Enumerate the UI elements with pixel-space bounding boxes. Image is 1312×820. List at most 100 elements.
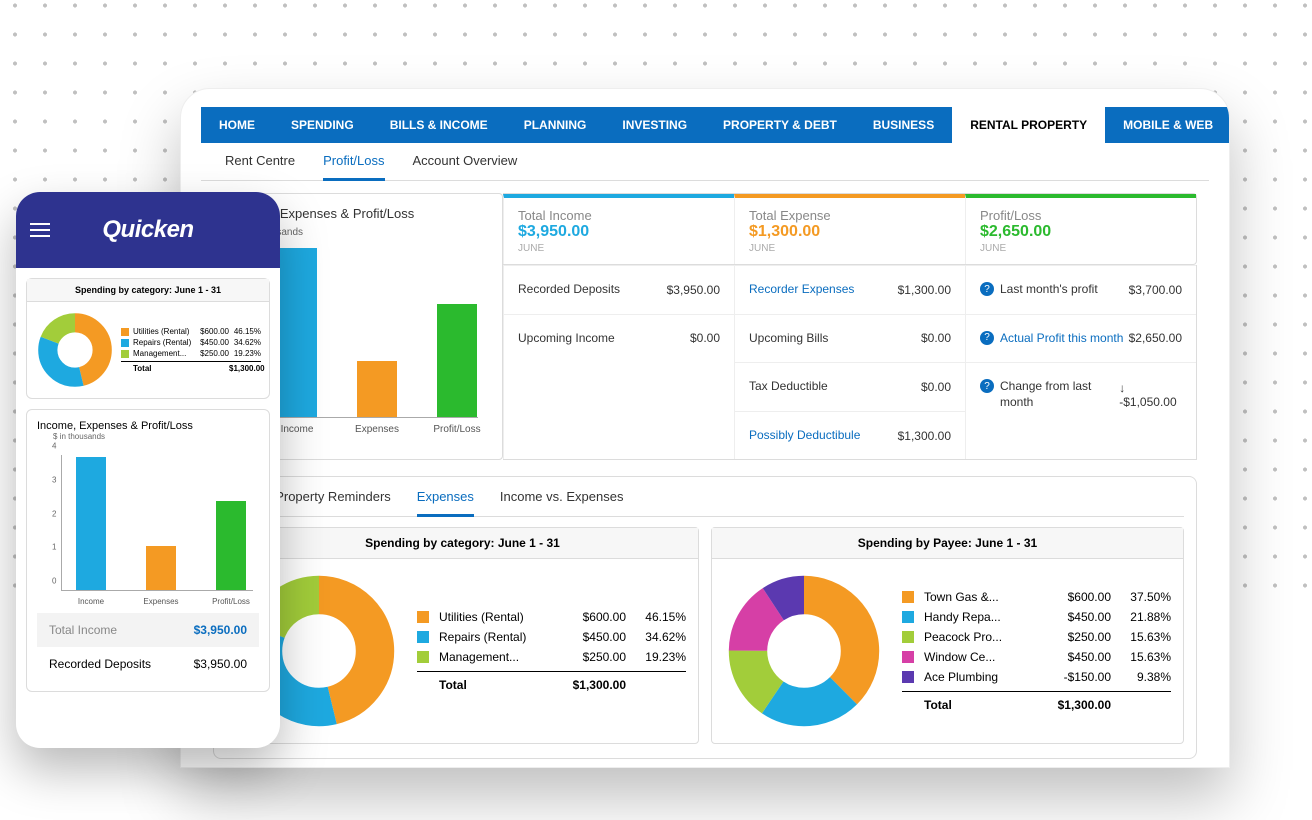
kpi-expense-period: JUNE bbox=[749, 243, 951, 254]
phone-summary-label: Recorded Deposits bbox=[49, 657, 151, 671]
brand-logo: Quicken bbox=[50, 216, 266, 244]
phone-summary: Total Income $3,950.00 Recorded Deposits$3… bbox=[37, 613, 259, 681]
detail-value: $0.00 bbox=[921, 331, 951, 345]
legend-swatch bbox=[902, 611, 914, 623]
legend-amount: -$150.00 bbox=[1041, 670, 1111, 684]
bar-label: Income bbox=[66, 597, 116, 606]
detail-label[interactable]: Possibly Deductibule bbox=[749, 428, 860, 444]
legend-row: Ace Plumbing-$150.009.38% bbox=[902, 667, 1171, 687]
section-tab-expenses[interactable]: Expenses bbox=[417, 489, 474, 517]
nav-tab-planning[interactable]: PLANNING bbox=[506, 107, 605, 143]
kpi-expense-value: $1,300.00 bbox=[749, 223, 951, 241]
phone-spending-card: Spending by category: June 1 - 31 Utilit… bbox=[26, 278, 270, 399]
bar-expenses: Expenses bbox=[146, 546, 176, 590]
kpi-income-value: $3,950.00 bbox=[518, 223, 720, 241]
kpi-expense-title: Total Expense bbox=[749, 208, 951, 223]
legend-amount: $250.00 bbox=[556, 650, 626, 664]
bar-income: Income bbox=[76, 457, 106, 590]
nav-tab-business[interactable]: BUSINESS bbox=[855, 107, 952, 143]
bar-chart: 0 1 2 3 4 IncomeExpensesProfit/Loss bbox=[244, 242, 486, 442]
detail-value: $0.00 bbox=[690, 331, 720, 345]
spending-by-category-panel: Spending by category: June 1 - 31 Utilit… bbox=[226, 527, 699, 744]
legend-row: Repairs (Rental)$450.0034.62% bbox=[417, 627, 686, 647]
legend-name: Utilities (Rental) bbox=[439, 610, 556, 624]
legend-pct: 9.38% bbox=[1111, 670, 1171, 684]
phone-frame: Quicken Spending by category: June 1 - 3… bbox=[16, 192, 280, 748]
panel-title: Spending by category: June 1 - 31 bbox=[227, 528, 698, 559]
phone-summary-value: $3,950.00 bbox=[194, 623, 247, 637]
detail-value: $0.00 bbox=[921, 380, 951, 394]
legend-category: Utilities (Rental)$600.0046.15%Repairs (… bbox=[417, 607, 686, 695]
spending-by-payee-panel: Spending by Payee: June 1 - 31 Town Gas … bbox=[711, 527, 1184, 744]
phone-summary-row: Total Income $3,950.00 bbox=[37, 613, 259, 647]
bar-expenses: Expenses bbox=[357, 361, 397, 417]
phone-summary-label: Total Income bbox=[49, 623, 117, 637]
nav-tab-property-debt[interactable]: PROPERTY & DEBT bbox=[705, 107, 855, 143]
nav-tab-bills-income[interactable]: BILLS & INCOME bbox=[372, 107, 506, 143]
detail-label: Last month's profit bbox=[1000, 282, 1098, 298]
legend-swatch bbox=[902, 631, 914, 643]
bar-label: Expenses bbox=[347, 424, 407, 435]
legend-name: Window Ce... bbox=[924, 650, 1041, 664]
nav-tab-mobile-web[interactable]: MOBILE & WEB bbox=[1105, 107, 1230, 143]
nav-tab-spending[interactable]: SPENDING bbox=[273, 107, 372, 143]
details-col-income: Recorded Deposits$3,950.00Upcoming Incom… bbox=[503, 265, 734, 459]
detail-value: $2,650.00 bbox=[1129, 331, 1182, 345]
legend-pct: 15.63% bbox=[1111, 630, 1171, 644]
kpi-row: Total Income $3,950.00 JUNE Total Expens… bbox=[503, 193, 1197, 265]
legend-pct: 46.15% bbox=[626, 610, 686, 624]
laptop-frame: HOMESPENDINGBILLS & INCOMEPLANNINGINVEST… bbox=[180, 88, 1230, 768]
kpi-income-period: JUNE bbox=[518, 243, 720, 254]
detail-cell: Tax Deductible$0.00 bbox=[735, 362, 965, 411]
legend-name: Handy Repa... bbox=[924, 610, 1041, 624]
detail-value: $1,300.00 bbox=[898, 283, 951, 297]
legend-amount: $450.00 bbox=[1041, 610, 1111, 624]
legend-row: Town Gas &...$600.0037.50% bbox=[902, 587, 1171, 607]
legend-row: Handy Repa...$450.0021.88% bbox=[902, 607, 1171, 627]
legend-total-row: Total$1,300.00 bbox=[902, 691, 1171, 715]
phone-summary-row: Recorded Deposits$3,950.00 bbox=[37, 647, 259, 681]
nav-tab-investing[interactable]: INVESTING bbox=[604, 107, 705, 143]
kpi-details: Recorded Deposits$3,950.00Upcoming Incom… bbox=[503, 265, 1197, 460]
nav-tab-rental-property[interactable]: RENTAL PROPERTY bbox=[952, 107, 1105, 143]
detail-cell: Possibly Deductibule$1,300.00 bbox=[735, 411, 965, 460]
legend-name: Peacock Pro... bbox=[924, 630, 1041, 644]
help-icon[interactable]: ? bbox=[980, 379, 994, 393]
legend-pct: 15.63% bbox=[1111, 650, 1171, 664]
legend-amount: $250.00 bbox=[1041, 630, 1111, 644]
legend-name: Town Gas &... bbox=[924, 590, 1041, 604]
detail-cell: ?Last month's profit$3,700.00 bbox=[966, 265, 1196, 314]
help-icon[interactable]: ? bbox=[980, 331, 994, 345]
subnav-rent-centre[interactable]: Rent Centre bbox=[225, 153, 295, 180]
detail-label[interactable]: Recorder Expenses bbox=[749, 282, 854, 298]
phone-chart-title: Income, Expenses & Profit/Loss bbox=[37, 420, 259, 432]
main-nav: HOMESPENDINGBILLS & INCOMEPLANNINGINVEST… bbox=[201, 107, 1209, 143]
kpi-profit-period: JUNE bbox=[980, 243, 1182, 254]
detail-label: Recorded Deposits bbox=[518, 282, 620, 298]
sub-nav: Rent Centre Profit/Loss Account Overview bbox=[201, 143, 1209, 181]
phone-legend-row: Management...$250.0019.23% bbox=[121, 348, 261, 359]
nav-tab-home[interactable]: HOME bbox=[201, 107, 273, 143]
bar-label: Profit/Loss bbox=[427, 424, 487, 435]
kpi-profit: Profit/Loss $2,650.00 JUNE bbox=[965, 194, 1196, 264]
phone-header: Quicken bbox=[16, 192, 280, 268]
legend-amount: $600.00 bbox=[1041, 590, 1111, 604]
subnav-profit-loss[interactable]: Profit/Loss bbox=[323, 153, 384, 181]
legend-row: Utilities (Rental)$600.0046.15% bbox=[417, 607, 686, 627]
donut-payee-chart bbox=[724, 571, 884, 731]
legend-pct: 37.50% bbox=[1111, 590, 1171, 604]
subnav-account-overview[interactable]: Account Overview bbox=[413, 153, 518, 180]
legend-row: Peacock Pro...$250.0015.63% bbox=[902, 627, 1171, 647]
kpi-income: Total Income $3,950.00 JUNE bbox=[503, 194, 734, 264]
phone-card-title: Spending by category: June 1 - 31 bbox=[27, 279, 269, 302]
bar-profit-loss: Profit/Loss bbox=[216, 501, 246, 590]
legend-total-amount: $1,300.00 bbox=[1041, 698, 1111, 712]
phone-legend: Utilities (Rental)$600.0046.15%Repairs (… bbox=[121, 326, 261, 374]
kpi-expense: Total Expense $1,300.00 JUNE bbox=[734, 194, 965, 264]
legend-swatch bbox=[902, 591, 914, 603]
detail-label[interactable]: Actual Profit this month bbox=[1000, 331, 1123, 347]
hamburger-icon[interactable] bbox=[30, 223, 50, 237]
section-tab-income-vs-expenses[interactable]: Income vs. Expenses bbox=[500, 489, 624, 516]
help-icon[interactable]: ? bbox=[980, 282, 994, 296]
detail-cell: Recorder Expenses $1,300.00 bbox=[735, 265, 965, 314]
